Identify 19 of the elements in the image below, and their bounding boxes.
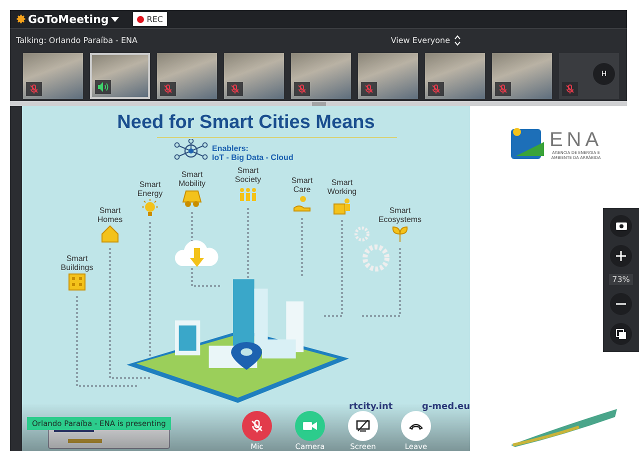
- slide-title: Need for Smart Cities Means: [116, 112, 376, 134]
- recording-indicator: REC: [132, 12, 167, 26]
- smart-category-label: Smart Homes: [97, 206, 123, 224]
- smart-category-label: Smart Working: [327, 178, 357, 196]
- smart-category-label: Smart Energy: [137, 180, 163, 198]
- logo-name: ENA: [549, 130, 603, 150]
- smart-category-label: Smart Care: [291, 176, 313, 194]
- enablers-text: IoT - Big Data - Cloud: [212, 153, 294, 162]
- website-url: rtcity.int: [349, 402, 393, 412]
- view-everyone-selector[interactable]: View Everyone: [390, 34, 461, 46]
- talking-status: Talking: Orlando Paraíba - ENA: [16, 36, 138, 44]
- enablers-label: Enablers:: [212, 144, 250, 153]
- smart-category-label: Smart Buildings: [60, 254, 94, 272]
- zoom-level: 73%: [609, 274, 633, 286]
- app-name: GoToMeeting: [28, 12, 109, 26]
- smart-category-label: Smart Society: [234, 166, 262, 184]
- smart-category-label: Smart Mobility: [178, 170, 206, 188]
- smart-category-label: Smart Ecosystems: [378, 206, 422, 224]
- website-url: g-med.eu: [422, 402, 470, 412]
